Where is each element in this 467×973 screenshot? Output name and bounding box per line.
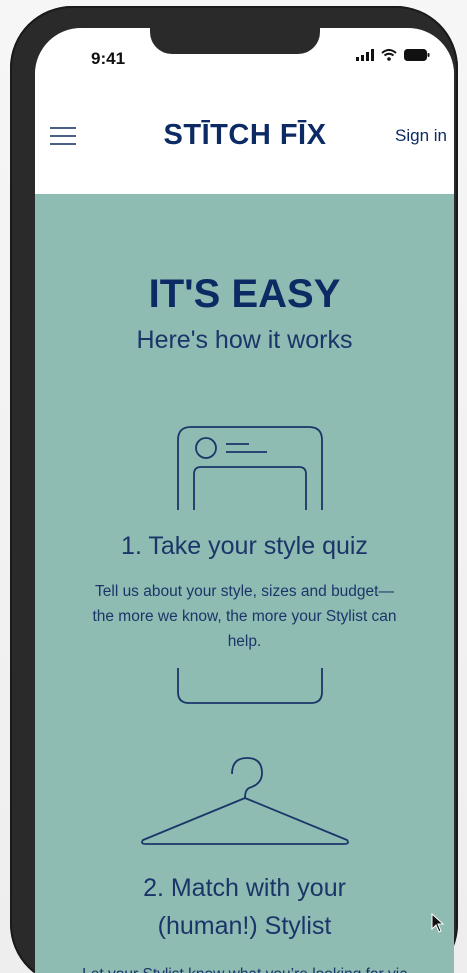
section-subheading: Here's how it works	[136, 326, 353, 354]
sign-in-link[interactable]: Sign in	[395, 126, 447, 146]
mouse-cursor-icon	[431, 913, 445, 933]
wifi-icon	[381, 49, 397, 61]
phone-notch	[150, 28, 320, 54]
status-icons	[356, 49, 430, 61]
phone-screen: 9:41 STĪTCH FĪX Sign in IT'S EASY Here's…	[35, 28, 454, 973]
step-2-title-line2: (human!) Stylist	[157, 912, 332, 940]
step-1-description: Tell us about your style, sizes and budg…	[92, 583, 397, 650]
phone-bottom-outline-icon	[177, 668, 323, 704]
step-2-title-line1: 2. Match with your	[143, 874, 346, 902]
step-1-title: 1. Take your style quiz	[121, 532, 368, 560]
battery-icon	[404, 49, 430, 61]
phone-outline-icon	[177, 426, 323, 510]
stitch-fix-logo[interactable]: STĪTCH FĪX	[140, 119, 350, 152]
site-header: STĪTCH FĪX Sign in	[35, 86, 454, 194]
hamburger-menu-icon[interactable]	[50, 126, 76, 146]
step-2-description: Let your Stylist know what you’re lookin…	[45, 962, 445, 973]
phone-frame: 9:41 STĪTCH FĪX Sign in IT'S EASY Here's…	[10, 6, 458, 973]
hanger-icon	[141, 757, 349, 845]
status-time: 9:41	[91, 49, 126, 68]
signal-icon	[356, 49, 374, 61]
section-heading: IT'S EASY	[148, 272, 341, 316]
page-stage: 9:41 STĪTCH FĪX Sign in IT'S EASY Here's…	[0, 0, 467, 973]
